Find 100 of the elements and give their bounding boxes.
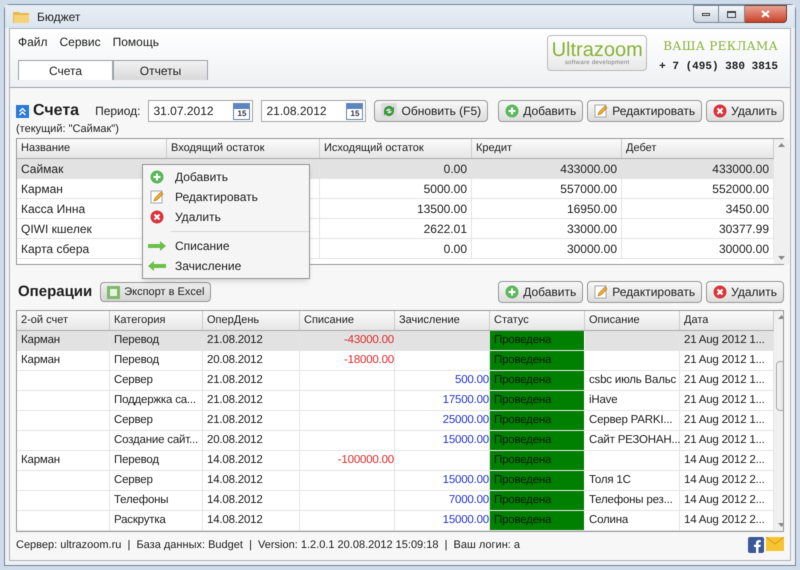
table-cell-text: 30000.00 <box>566 240 617 258</box>
table-row[interactable]: Поддержка са... 21.08.2012 17500.00 Проведена iHave 21 Aug 2012 1... <box>17 391 774 411</box>
tab[interactable]: Отчеты <box>113 60 208 80</box>
scrollbar[interactable] <box>774 139 789 264</box>
spreadsheet-icon <box>107 286 120 298</box>
table-cell-text: 552000.00 <box>712 180 769 198</box>
table-row[interactable]: Раскрутка 14.08.2012 15000.00 Проведена Солина 14 Aug 2012 2... <box>17 511 774 531</box>
status-label: Проведена <box>494 492 552 508</box>
table-cell-text: -100000.00 <box>338 452 394 468</box>
table-cell-text: 14 Aug 2012 2... <box>684 472 765 488</box>
delete-icon <box>713 285 728 299</box>
context-menu-item[interactable]: Зачисление <box>143 256 309 276</box>
table-cell-text: 21 Aug 2012 1... <box>684 412 765 428</box>
table-cell-text: Сайт РЕЗОНАН... <box>589 432 680 448</box>
status-label: Проведена <box>494 352 552 368</box>
table-row[interactable]: Телефоны 14.08.2012 7000.00 Проведена Телефоны рез... 14 Aug 2012 2... <box>17 491 774 511</box>
status-label: Проведена <box>494 332 552 348</box>
column-header[interactable]: Кредит <box>472 139 622 158</box>
export-button[interactable]: Экспорт в Excel <box>100 282 212 302</box>
table-cell-text: 21.08.2012 <box>207 332 263 348</box>
pencil-icon <box>594 104 608 118</box>
table-cell-text: 433000.00 <box>560 160 617 178</box>
column-header[interactable]: Описание <box>585 311 680 330</box>
table-cell-text: Перевод <box>114 452 159 468</box>
table-cell-text: 21 Aug 2012 1... <box>684 332 765 348</box>
pencil-icon <box>150 190 164 204</box>
period-label: Период: <box>95 103 140 120</box>
table-cell-text: 14.08.2012 <box>207 452 263 468</box>
table-cell-text: 0.00 <box>444 240 467 258</box>
edit-button[interactable]: Редактировать <box>587 281 702 303</box>
add-button[interactable]: Добавить <box>498 281 584 303</box>
operations-title: Операции <box>18 282 92 302</box>
table-cell-text: 30377.99 <box>718 220 769 238</box>
left-arrow-icon <box>147 260 167 272</box>
table-cell-text: 15000.00 <box>442 472 489 488</box>
table-cell-text: 21 Aug 2012 1... <box>684 372 765 388</box>
status-label: Проведена <box>494 452 552 468</box>
edit-button[interactable]: Редактировать <box>587 100 702 122</box>
table-cell-text: 500.00 <box>455 372 489 388</box>
status-bar-text: Сервер: ultrazoom.ru | База данных: Budget | Version: 1.2.0.1 20.08.2012 15:09:18 | Ваш логин: a <box>16 538 520 553</box>
down-arrow-icon[interactable] <box>778 523 783 527</box>
table-cell-text: Карман <box>21 352 60 368</box>
table-cell-text: Карман <box>21 180 63 198</box>
table-cell-text: Карман <box>21 332 60 348</box>
table-cell-text: 21 Aug 2012 1... <box>684 352 765 368</box>
column-header[interactable]: Зачисление <box>395 311 490 330</box>
current-account: (текущий: "Саймак") <box>16 124 120 135</box>
up-arrow-icon[interactable] <box>778 143 785 147</box>
table-cell-text: Перевод <box>114 332 159 348</box>
column-header[interactable]: Название <box>17 139 167 158</box>
column-header[interactable]: Списание <box>300 311 395 330</box>
menu-item[interactable]: Сервис <box>60 33 101 51</box>
table-cell-text: 13500.00 <box>416 200 467 218</box>
up-arrow-icon[interactable] <box>778 315 783 319</box>
down-arrow-icon[interactable] <box>778 256 785 260</box>
ad-slogan: ВАША РЕКЛАМА <box>663 38 778 55</box>
menu-item[interactable]: Файл <box>18 33 48 51</box>
table-cell-text: Телефоны рез... <box>589 492 673 508</box>
table-row[interactable]: Сервер 21.08.2012 25000.00 Проведена Сервер PARKI... 21 Aug 2012 1... <box>17 411 774 431</box>
column-header[interactable]: Входящий остаток <box>167 139 320 158</box>
facebook-icon[interactable] <box>748 537 764 553</box>
folder-icon <box>13 10 29 23</box>
table-cell-text: Карман <box>21 452 60 468</box>
status-label: Проведена <box>494 372 552 388</box>
refresh-button[interactable]: Обновить (F5) <box>374 100 488 122</box>
table-cell-text: 14.08.2012 <box>207 492 263 508</box>
menu-item[interactable]: Помощь <box>112 33 159 51</box>
right-arrow-icon <box>147 240 167 252</box>
table-row[interactable]: Карман Перевод 14.08.2012 -100000.00 Проведена 14 Aug 2012 2... <box>17 451 774 471</box>
table-row[interactable]: Создание сайт... 20.08.2012 15000.00 Проведена Сайт РЕЗОНАН... 21 Aug 2012 1... <box>17 431 774 451</box>
plus-icon <box>505 104 520 118</box>
pencil-icon <box>594 285 608 299</box>
table-cell-text: 33000.00 <box>566 220 617 238</box>
tab[interactable]: Счета <box>18 60 113 80</box>
table-row[interactable]: Сервер 21.08.2012 500.00 Проведена csbc июль Вальс 21 Aug 2012 1... <box>17 371 774 391</box>
table-cell-text: QIWI кшелек <box>21 220 92 238</box>
table-cell-text: 30000.00 <box>718 240 769 258</box>
column-header[interactable]: Исходящий остаток <box>320 139 472 158</box>
add-button[interactable]: Добавить <box>498 100 584 122</box>
collapse-icon[interactable] <box>16 104 29 118</box>
table-cell-text: 14 Aug 2012 2... <box>684 492 765 508</box>
table-row[interactable]: Карман Перевод 21.08.2012 -43000.00 Проведена 21 Aug 2012 1... <box>17 331 774 351</box>
context-menu-item[interactable]: Списание <box>143 236 309 256</box>
delete-button[interactable]: Удалить <box>706 100 784 122</box>
table-cell-text: iHave <box>589 392 618 408</box>
column-header[interactable]: 2-ой счет <box>17 311 110 330</box>
minimize-button[interactable] <box>693 5 719 23</box>
table-row[interactable]: Сервер 14.08.2012 15000.00 Проведена Толя 1С 14 Aug 2012 2... <box>17 471 774 491</box>
delete-button[interactable]: Удалить <box>706 281 784 303</box>
table-cell-text: 21 Aug 2012 1... <box>684 432 765 448</box>
maximize-button[interactable] <box>719 5 745 23</box>
close-button[interactable] <box>745 5 787 23</box>
column-header[interactable]: Статус <box>490 311 585 330</box>
table-cell-text: Сервер <box>114 472 153 488</box>
table-cell-text: 5000.00 <box>424 180 467 198</box>
column-header[interactable]: ОперДень <box>203 311 300 330</box>
table-cell-text: 21.08.2012 <box>207 392 263 408</box>
table-row[interactable]: Карман Перевод 20.08.2012 -18000.00 Проведена 21 Aug 2012 1... <box>17 351 774 371</box>
column-header[interactable]: Категория <box>110 311 203 330</box>
table-cell-text: 0.00 <box>444 160 467 178</box>
